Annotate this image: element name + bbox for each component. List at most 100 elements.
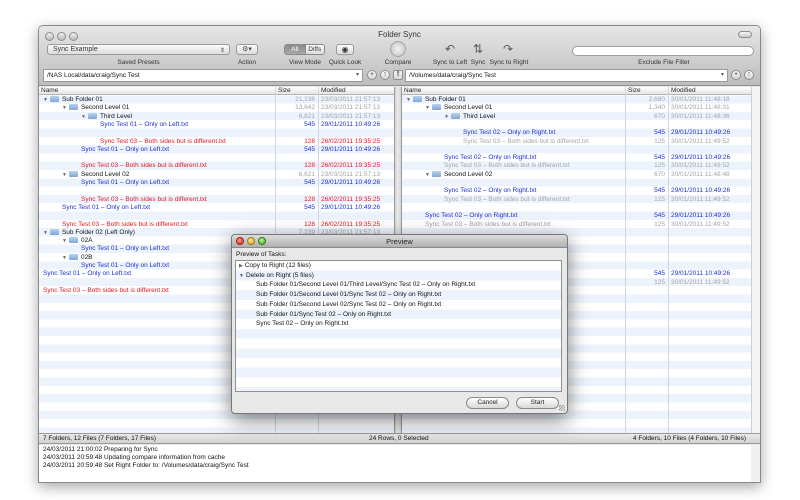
disclosure-triangle-icon[interactable]: ▼ xyxy=(62,105,67,111)
task-row[interactable]: ▼ Delete on Right (5 files) xyxy=(236,271,561,281)
file-row[interactable]: ▼ Second Level 01 1,340 30/01/2011 11:48:31 xyxy=(402,104,753,112)
left-col-name[interactable]: Name xyxy=(39,87,58,95)
file-row[interactable]: Sync Test 02 – Only on Right.txt 545 29/01… xyxy=(402,154,753,162)
sync-right-arrow-icon[interactable]: ↷ xyxy=(500,42,516,56)
file-row[interactable]: ▼ Third Level 6,821 23/03/2011 21:57:13 xyxy=(39,112,394,121)
right-up-button[interactable]: ↑ xyxy=(744,70,754,80)
sync-left-label: Sync to Left xyxy=(432,59,468,66)
cancel-button[interactable]: Cancel xyxy=(466,397,509,409)
view-mode-control[interactable]: All Diffs xyxy=(284,44,325,55)
file-row[interactable] xyxy=(402,121,753,129)
saved-presets-select[interactable]: Sync Example ⇕ xyxy=(47,44,230,55)
file-row[interactable]: ▼ Third Level 670 30/01/2011 11:48:36 xyxy=(402,112,753,121)
view-all-button[interactable]: All xyxy=(285,45,305,54)
sync-left-arrow-icon[interactable]: ↶ xyxy=(442,42,458,56)
folder-icon xyxy=(68,253,78,260)
modified-cell: 29/01/2011 10:49:26 xyxy=(671,129,731,137)
right-col-size[interactable]: Size xyxy=(626,87,641,95)
task-label: Sync Test 02 – Only on Right.txt xyxy=(256,320,349,328)
disclosure-triangle-icon[interactable]: ▼ xyxy=(444,114,449,120)
file-row[interactable] xyxy=(39,187,394,195)
file-row[interactable]: Sync Test 03 – Both sides but is differe… xyxy=(39,196,394,204)
disclosure-triangle-icon[interactable]: ▼ xyxy=(43,230,48,236)
sync-arrows-icon[interactable]: ⇅ xyxy=(470,42,486,56)
file-row[interactable]: Sync Test 02 – Only on Right.txt 545 29/01… xyxy=(402,187,753,195)
disclosure-triangle-icon[interactable]: ▼ xyxy=(81,114,86,120)
file-row[interactable] xyxy=(402,204,753,212)
task-row[interactable]: Sub Folder 01/Sync Test 02 – Only on Rig… xyxy=(236,310,561,320)
file-row[interactable]: Sync Test 03 – Both sides but is differe… xyxy=(39,162,394,170)
file-row[interactable]: Sync Test 01 – Only on Left.txt 545 29/01/… xyxy=(39,146,394,154)
modified-cell: 26/02/2011 19:35:25 xyxy=(321,220,381,228)
left-path-field[interactable]: /NAS Local/data/craig/Sync Test ▾ xyxy=(43,69,363,82)
file-row[interactable] xyxy=(39,212,394,220)
file-row[interactable]: Sync Test 01 – Only on Left.txt 545 29/01/… xyxy=(39,179,394,187)
file-row[interactable]: Sync Test 03 – Both sides but is differe… xyxy=(402,138,753,146)
log-scrollbar[interactable] xyxy=(751,445,760,482)
task-row[interactable]: Sync Test 02 – Only on Right.txt xyxy=(236,319,561,329)
file-row[interactable]: Sync Test 03 – Both sides but is differe… xyxy=(402,221,753,229)
file-row[interactable]: Sync Test 01 – Only on Left.txt 545 29/01/… xyxy=(39,121,394,129)
file-row[interactable]: Sync Test 02 – Only on Right.txt 545 29/01… xyxy=(402,129,753,137)
size-cell: 545 xyxy=(304,145,315,153)
preview-close-button[interactable] xyxy=(236,237,244,245)
file-row[interactable] xyxy=(39,129,394,137)
file-row[interactable]: Sync Test 03 – Both sides but is differe… xyxy=(402,162,753,170)
row-label: Sync Test 03 – Both sides but is differe… xyxy=(463,137,589,145)
left-add-button[interactable]: + xyxy=(367,70,377,80)
disclosure-triangle-icon[interactable]: ▼ xyxy=(62,238,67,244)
disclosure-triangle-icon[interactable]: ▼ xyxy=(406,97,411,103)
file-row[interactable] xyxy=(402,146,753,154)
task-row[interactable]: ▶ Copy to Right (12 files) xyxy=(236,261,561,271)
toolbar-toggle-button[interactable] xyxy=(738,31,752,38)
task-row[interactable]: Sub Folder 01/Second Level 01/Sync Test … xyxy=(236,290,561,300)
sync-label: Sync xyxy=(470,59,486,66)
right-col-modified[interactable]: Modified xyxy=(669,87,696,95)
disclosure-triangle-icon[interactable]: ▼ xyxy=(239,273,244,279)
file-row[interactable]: Sync Test 02 – Only on Right.txt 545 29/01… xyxy=(402,212,753,220)
modified-cell: 23/03/2011 21:57:13 xyxy=(321,96,381,103)
folder-icon xyxy=(68,170,78,177)
file-row[interactable]: ▼ Second Level 02 670 30/01/2011 11:48:48 xyxy=(402,170,753,179)
right-path-field[interactable]: /Volumes/data/craig/Sync Test ▾ xyxy=(405,69,728,82)
preview-task-list[interactable]: ▶ Copy to Right (12 files) ▼ Delete on Righ… xyxy=(235,260,562,392)
left-path-dropdown-icon[interactable]: ▾ xyxy=(356,70,359,81)
preview-zoom-button[interactable] xyxy=(258,237,266,245)
left-up-button[interactable]: ↑ xyxy=(380,70,390,80)
right-add-button[interactable]: + xyxy=(731,70,741,80)
disclosure-triangle-icon[interactable]: ▼ xyxy=(425,105,430,111)
disclosure-triangle-icon[interactable]: ▼ xyxy=(43,97,48,103)
file-row[interactable]: Sync Test 01 – Only on Left.txt 545 29/01/… xyxy=(39,204,394,212)
right-col-name[interactable]: Name xyxy=(402,87,421,95)
resize-grip-icon[interactable] xyxy=(559,405,565,411)
disclosure-triangle-icon[interactable]: ▼ xyxy=(62,172,67,178)
left-col-modified[interactable]: Modified xyxy=(319,87,346,95)
log-panel[interactable]: 24/03/2011 21:00:02 Preparing for Sync 24… xyxy=(39,445,753,482)
preview-minimize-button[interactable] xyxy=(247,237,255,245)
size-cell: 13,642 xyxy=(295,104,315,112)
task-row[interactable]: Sub Folder 01/Second Level 01/Third Leve… xyxy=(236,280,561,290)
view-diffs-button[interactable]: Diffs xyxy=(304,45,324,54)
task-row[interactable]: Sub Folder 01/Second Level 02/Sync Test … xyxy=(236,300,561,310)
file-row[interactable]: Sync Test 03 – Both sides but is differe… xyxy=(39,221,394,229)
exclude-file-filter-input[interactable] xyxy=(572,46,754,56)
file-row[interactable]: ▼ Sub Folder 01 21,136 23/03/2011 21:57:13 xyxy=(39,96,394,104)
file-row[interactable]: Sync Test 03 – Both sides but is differe… xyxy=(39,138,394,146)
right-scrollbar[interactable] xyxy=(751,87,760,433)
file-row[interactable] xyxy=(402,179,753,187)
quick-look-button[interactable]: ◉ xyxy=(336,44,354,55)
file-row[interactable]: ▼ Sub Folder 01 2,680 30/01/2011 11:48:18 xyxy=(402,96,753,104)
left-top-button[interactable]: ⇑ xyxy=(393,70,403,80)
file-row[interactable]: Sync Test 03 – Both sides but is differe… xyxy=(402,196,753,204)
disclosure-triangle-icon[interactable]: ▶ xyxy=(239,263,243,269)
compare-button[interactable] xyxy=(390,41,406,57)
file-row[interactable]: ▼ Second Level 01 13,642 23/03/2011 21:57:1… xyxy=(39,104,394,112)
start-button[interactable]: Start xyxy=(516,397,559,409)
disclosure-triangle-icon[interactable]: ▼ xyxy=(425,172,430,178)
left-col-size[interactable]: Size xyxy=(276,87,291,95)
file-row[interactable]: ▼ Second Level 02 6,621 23/03/2011 21:57:13 xyxy=(39,170,394,179)
file-row[interactable] xyxy=(39,154,394,162)
disclosure-triangle-icon[interactable]: ▼ xyxy=(62,255,67,261)
action-button[interactable]: ⚙▾ xyxy=(236,44,258,55)
right-path-dropdown-icon[interactable]: ▾ xyxy=(721,70,724,81)
